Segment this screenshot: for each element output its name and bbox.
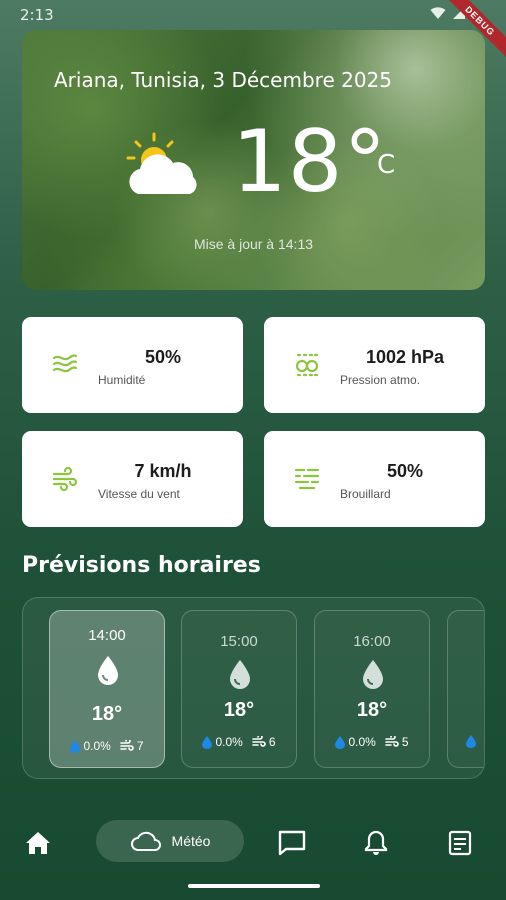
home-icon [26, 832, 50, 854]
hour-wind: 7 [136, 739, 144, 753]
hourly-item[interactable]: 15:00 18° 0.0% 6 [181, 610, 297, 768]
hour-meta: 0.0% 7 [50, 739, 164, 753]
wind-icon [52, 466, 78, 491]
status-time: 2:13 [20, 6, 54, 24]
hourly-item[interactable]: 14:00 18° 0.0% 7 [49, 610, 165, 768]
hour-time: 16:00 [353, 633, 391, 650]
wind-card: 7 km/h Vitesse du vent [22, 431, 243, 527]
precipitation-icon [202, 735, 213, 749]
nav-chat-button[interactable] [272, 823, 312, 863]
nav-meteo-label: Météo [171, 833, 211, 849]
document-icon [448, 830, 472, 856]
raindrop-icon [98, 656, 118, 685]
wind-small-icon [385, 736, 399, 747]
weather-hero-card: Ariana, Tunisia, 3 Décembre 2025 18° C M… [22, 30, 485, 290]
humidity-value: 50% [144, 347, 182, 367]
hour-meta: 0.0% 6 [182, 735, 296, 749]
hour-precipitation: 0.0% [215, 735, 243, 749]
hour-wind: 6 [268, 735, 276, 749]
chat-icon [278, 830, 306, 856]
bottom-navigation: Météo [0, 805, 506, 875]
wind-label: Vitesse du vent [98, 487, 180, 501]
hour-meta: 0.0% 5 [315, 735, 429, 749]
fog-card: 50% Brouillard [264, 431, 485, 527]
bell-icon [364, 830, 388, 855]
hour-temperature: 18° [223, 699, 255, 721]
fog-label: Brouillard [340, 487, 391, 501]
raindrop-icon [363, 660, 383, 689]
raindrop-icon [230, 660, 250, 689]
location-date: Ariana, Tunisia, 3 Décembre 2025 [54, 68, 393, 92]
nav-home-button[interactable] [18, 823, 58, 863]
pressure-icon [295, 353, 319, 377]
precipitation-icon [335, 735, 346, 749]
nav-documents-button[interactable] [440, 823, 480, 863]
fog-icon [294, 468, 320, 490]
home-indicator[interactable] [188, 884, 320, 888]
hourly-forecast-title: Prévisions horaires [22, 553, 261, 578]
hour-temperature: 18° [356, 699, 388, 721]
hour-temperature: 18° [91, 703, 123, 725]
partly-cloudy-icon [126, 132, 197, 194]
precipitation-icon [466, 735, 476, 748]
wind-value: 7 km/h [134, 461, 192, 481]
fog-value: 50% [386, 461, 424, 481]
status-bar: 2:13 DEBUG [0, 0, 506, 62]
humidity-icon [52, 354, 78, 373]
hour-wind: 5 [401, 735, 409, 749]
nav-meteo-button[interactable]: Météo [96, 820, 244, 862]
hourly-item-partial[interactable] [447, 610, 484, 768]
cloud-icon [130, 831, 161, 851]
current-temperature: 18° [232, 112, 388, 212]
temperature-unit: C [377, 150, 396, 180]
hour-meta [448, 735, 484, 748]
nav-notifications-button[interactable] [356, 823, 396, 863]
last-updated: Mise à jour à 14:13 [193, 236, 314, 252]
pressure-value: 1002 hPa [365, 347, 445, 367]
precipitation-icon [70, 739, 81, 753]
wind-small-icon [120, 740, 134, 751]
hour-precipitation: 0.0% [348, 735, 376, 749]
pressure-label: Pression atmo. [340, 373, 421, 387]
hourly-forecast-list[interactable]: 14:00 18° 0.0% 7 15:00 18° 0.0% 6 16:00 … [22, 597, 485, 779]
hour-precipitation: 0.0% [83, 739, 111, 753]
humidity-label: Humidité [98, 373, 146, 387]
wind-small-icon [252, 736, 266, 747]
hourly-item[interactable]: 16:00 18° 0.0% 5 [314, 610, 430, 768]
humidity-card: 50% Humidité [22, 317, 243, 413]
pressure-card: 1002 hPa Pression atmo. [264, 317, 485, 413]
hour-time: 15:00 [220, 633, 258, 650]
hour-time: 14:00 [88, 627, 126, 644]
